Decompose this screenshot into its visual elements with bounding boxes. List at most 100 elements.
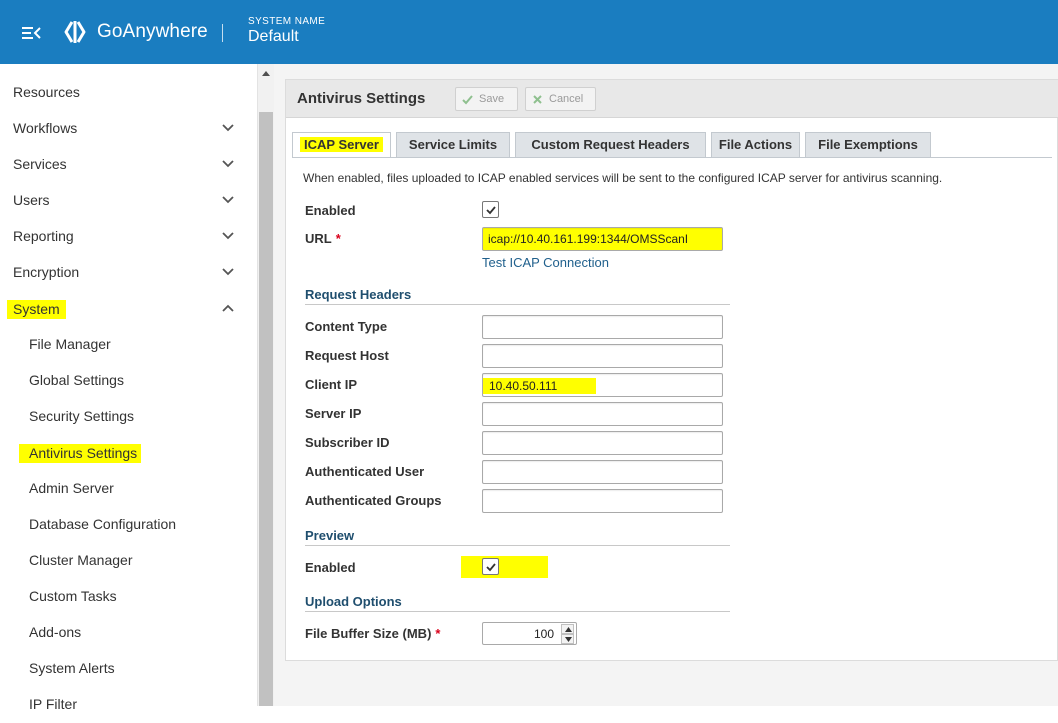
test-icap-connection-link[interactable]: Test ICAP Connection <box>482 255 609 270</box>
client-ip-value: 10.40.50.111 <box>483 378 596 394</box>
preview-enabled-checkbox[interactable] <box>482 558 499 575</box>
sidebar-subitem-label: System Alerts <box>29 660 115 676</box>
system-name-label: SYSTEM NAME <box>248 16 326 27</box>
chevron-down-icon <box>222 196 234 204</box>
server-ip-label: Server IP <box>305 406 362 421</box>
sidebar-subitem-label: Add-ons <box>29 624 82 640</box>
request-host-label: Request Host <box>305 348 389 363</box>
sidebar-item-services[interactable]: Services <box>0 147 258 183</box>
sidebar-item-label: Reporting <box>13 228 74 244</box>
required-marker: * <box>435 626 441 641</box>
authenticated-user-input[interactable] <box>482 460 723 484</box>
sidebar-subitem-label: Cluster Manager <box>29 552 133 568</box>
chevron-up-icon <box>222 304 234 312</box>
sidebar-item-resources[interactable]: Resources <box>0 75 258 111</box>
sidebar-item-label: Encryption <box>13 264 80 280</box>
sidebar-subitem-database-configuration[interactable]: Database Configuration <box>0 507 258 543</box>
scrollbar-thumb[interactable] <box>259 112 273 706</box>
spinner-up-icon[interactable] <box>561 624 574 634</box>
tab-label: Custom Request Headers <box>531 137 690 152</box>
request-host-input[interactable] <box>482 344 723 368</box>
url-label-text: URL <box>305 231 332 246</box>
tab-custom-request-headers[interactable]: Custom Request Headers <box>515 132 706 157</box>
checkmark-icon <box>486 206 496 215</box>
sidebar-subitem-label: Security Settings <box>29 408 135 424</box>
sidebar-scrollbar[interactable] <box>258 64 274 706</box>
sidebar: Resources Workflows Services Users Repor… <box>0 64 258 712</box>
preview-title: Preview <box>305 528 355 543</box>
sidebar-subitem-label: IP Filter <box>29 696 77 712</box>
sidebar-item-label: System <box>7 300 66 319</box>
chevron-down-icon <box>222 268 234 276</box>
scroll-up-arrow-icon[interactable] <box>261 69 271 77</box>
file-buffer-size-value: 100 <box>533 627 554 641</box>
sidebar-item-label: Workflows <box>13 120 78 136</box>
app-name: GoAnywhere <box>97 21 208 42</box>
sidebar-item-reporting[interactable]: Reporting <box>0 219 258 255</box>
tab-file-actions[interactable]: File Actions <box>711 132 800 157</box>
upload-options-title: Upload Options <box>305 594 402 609</box>
sidebar-item-workflows[interactable]: Workflows <box>0 111 258 147</box>
file-buffer-size-stepper[interactable]: 100 <box>482 622 577 645</box>
sidebar-subitem-cluster-manager[interactable]: Cluster Manager <box>0 543 258 579</box>
authenticated-groups-input[interactable] <box>482 489 723 513</box>
sidebar-item-system[interactable]: System <box>0 291 258 327</box>
tab-label: ICAP Server <box>300 137 383 152</box>
section-divider <box>305 545 730 546</box>
subscriber-id-input[interactable] <box>482 431 723 455</box>
content-type-label: Content Type <box>305 319 388 334</box>
sidebar-subitem-label: Admin Server <box>29 480 114 496</box>
authenticated-groups-label: Authenticated Groups <box>305 493 442 508</box>
system-name-value: Default <box>248 28 299 45</box>
sidebar-subitem-add-ons[interactable]: Add-ons <box>0 615 258 651</box>
tab-label: File Actions <box>718 137 793 152</box>
tab-file-exemptions[interactable]: File Exemptions <box>805 132 931 157</box>
tab-icap-server[interactable]: ICAP Server <box>292 132 391 157</box>
sidebar-item-encryption[interactable]: Encryption <box>0 255 258 291</box>
sidebar-item-users[interactable]: Users <box>0 183 258 219</box>
section-divider <box>305 611 730 612</box>
sidebar-subitem-label: Custom Tasks <box>29 588 117 604</box>
sidebar-subitem-system-alerts[interactable]: System Alerts <box>0 651 258 687</box>
chevron-down-icon <box>222 160 234 168</box>
required-marker: * <box>335 231 341 246</box>
url-label: URL * <box>305 231 341 246</box>
sidebar-subitem-file-manager[interactable]: File Manager <box>0 327 258 363</box>
panel-header: Antivirus Settings Save Cancel <box>286 80 1058 118</box>
file-buffer-size-label: File Buffer Size (MB) * <box>305 626 440 641</box>
url-input[interactable]: icap://10.40.161.199:1344/OMSScanI <box>482 227 723 251</box>
cancel-button[interactable]: Cancel <box>525 87 596 111</box>
client-ip-input[interactable]: 10.40.50.111 <box>482 373 723 397</box>
tab-divider <box>292 157 1052 158</box>
server-ip-input[interactable] <box>482 402 723 426</box>
sidebar-subitem-label: File Manager <box>29 336 111 352</box>
x-icon <box>533 95 542 104</box>
intro-text: When enabled, files uploaded to ICAP ena… <box>303 171 943 185</box>
preview-highlight <box>461 556 548 578</box>
save-button[interactable]: Save <box>455 87 518 111</box>
sidebar-subitem-label: Antivirus Settings <box>19 444 142 463</box>
sidebar-subitem-label: Global Settings <box>29 372 124 388</box>
content-type-input[interactable] <box>482 315 723 339</box>
subscriber-id-label: Subscriber ID <box>305 435 390 450</box>
file-buffer-size-label-text: File Buffer Size (MB) <box>305 626 432 641</box>
sidebar-subitem-global-settings[interactable]: Global Settings <box>0 363 258 399</box>
sidebar-subitem-admin-server[interactable]: Admin Server <box>0 471 258 507</box>
spinner-down-icon[interactable] <box>561 634 574 644</box>
main-content: Antivirus Settings Save Cancel ICAP Serv… <box>274 64 1058 706</box>
sidebar-subitem-security-settings[interactable]: Security Settings <box>0 399 258 435</box>
header-divider <box>222 24 223 42</box>
menu-collapse-icon[interactable] <box>22 24 42 42</box>
top-header: GoAnywhere SYSTEM NAME Default <box>0 0 1058 64</box>
enabled-label: Enabled <box>305 203 356 218</box>
checkmark-icon <box>486 563 496 572</box>
enabled-checkbox[interactable] <box>482 201 499 218</box>
sidebar-subitem-antivirus-settings[interactable]: Antivirus Settings <box>0 435 258 471</box>
sidebar-subitem-ip-filter[interactable]: IP Filter <box>0 687 258 723</box>
save-button-label: Save <box>479 93 505 105</box>
sidebar-item-label: Users <box>13 192 50 208</box>
tab-service-limits[interactable]: Service Limits <box>396 132 510 157</box>
cancel-button-label: Cancel <box>549 93 584 105</box>
sidebar-subitem-custom-tasks[interactable]: Custom Tasks <box>0 579 258 615</box>
page-title: Antivirus Settings <box>297 90 426 107</box>
